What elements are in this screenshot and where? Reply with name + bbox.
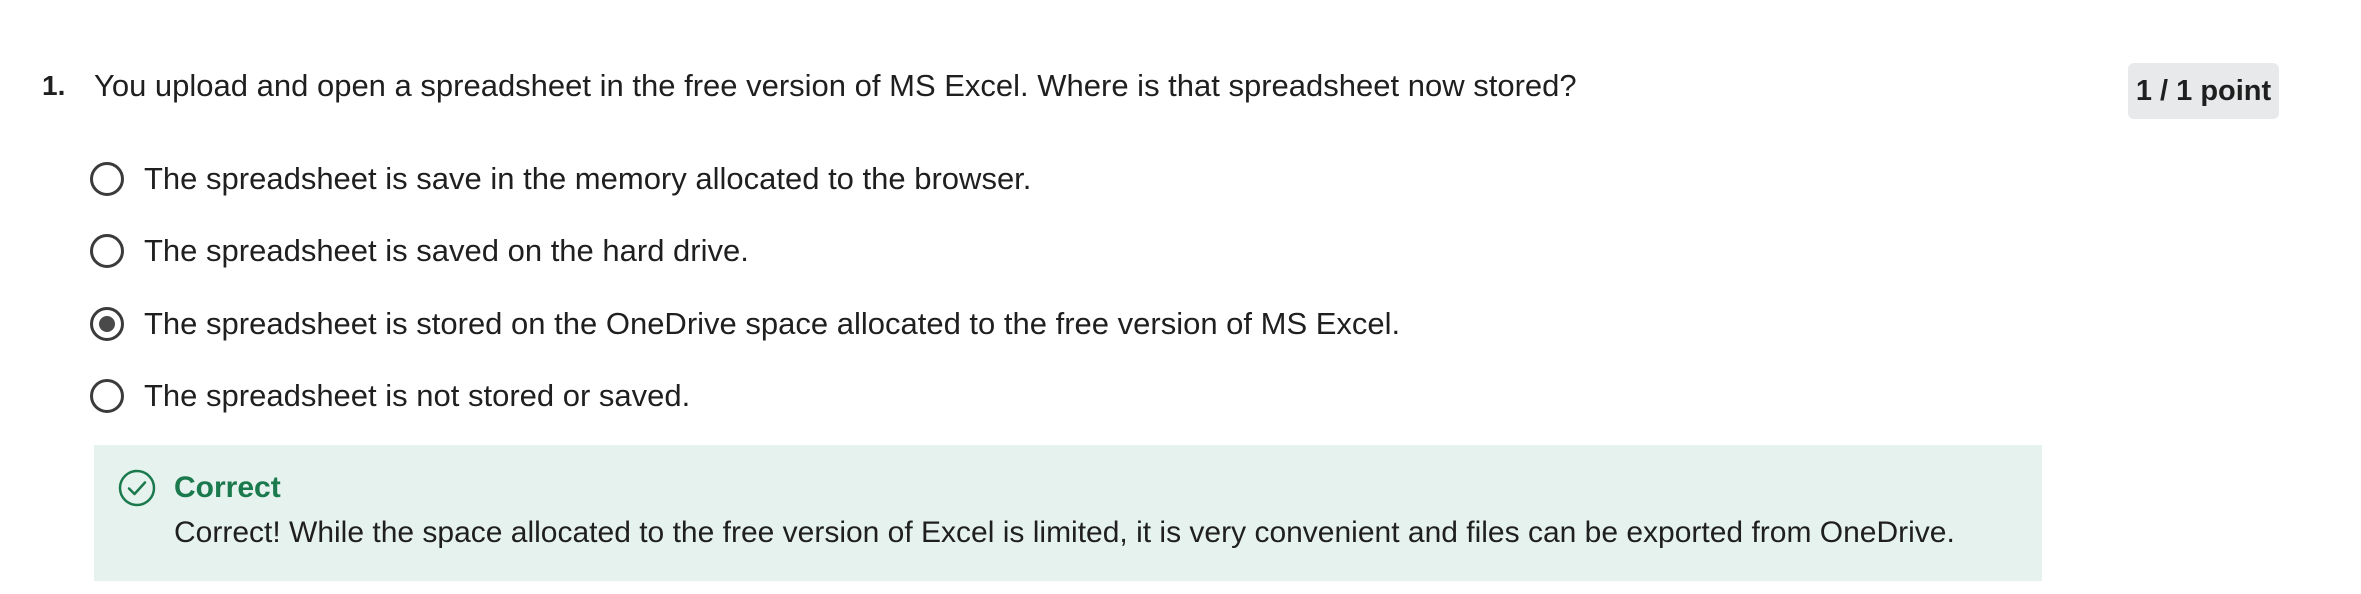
question-text: You upload and open a spreadsheet in the…	[94, 68, 1577, 103]
option-3[interactable]: The spreadsheet is stored on the OneDriv…	[90, 302, 1400, 346]
option-label: The spreadsheet is stored on the OneDriv…	[144, 306, 1401, 341]
points-badge: 1 / 1 point	[2128, 63, 2279, 119]
option-2[interactable]: The spreadsheet is saved on the hard dri…	[90, 229, 749, 273]
option-label: The spreadsheet is not stored or saved.	[144, 378, 691, 413]
option-4[interactable]: The spreadsheet is not stored or saved.	[90, 374, 690, 418]
option-1[interactable]: The spreadsheet is save in the memory al…	[90, 157, 1031, 201]
radio-button[interactable]	[90, 379, 124, 413]
feedback-title: Correct	[174, 471, 281, 504]
option-label: The spreadsheet is saved on the hard dri…	[144, 233, 749, 268]
check-circle-icon	[118, 469, 156, 507]
feedback-text: Correct! While the space allocated to th…	[174, 516, 1955, 549]
radio-button[interactable]	[90, 234, 124, 268]
radio-button[interactable]	[90, 162, 124, 196]
option-label: The spreadsheet is save in the memory al…	[144, 161, 1032, 196]
radio-button-selected[interactable]	[90, 307, 124, 341]
feedback-panel: Correct Correct! While the space allocat…	[94, 445, 2042, 581]
question-number: 1.	[42, 70, 66, 101]
